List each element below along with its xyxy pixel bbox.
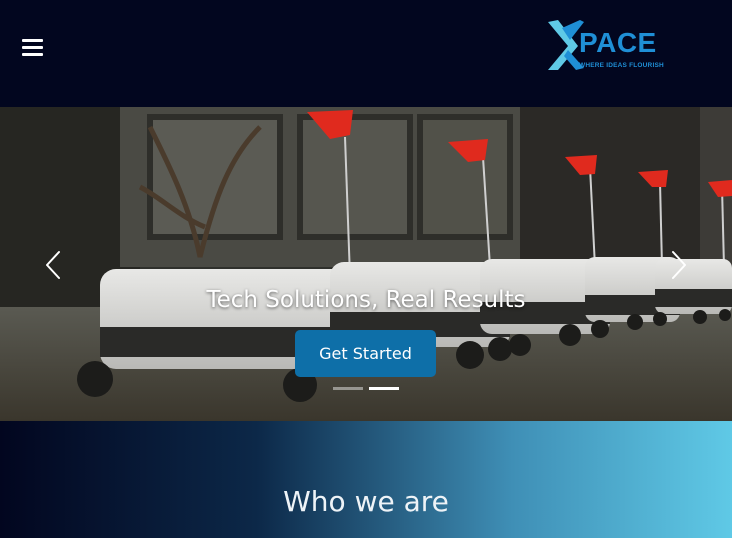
logo[interactable]: PACE WHERE IDEAS FLOURISH bbox=[548, 18, 678, 74]
logo-tagline: WHERE IDEAS FLOURISH bbox=[579, 62, 664, 69]
chevron-right-icon[interactable] bbox=[669, 250, 689, 280]
chevron-left-icon[interactable] bbox=[43, 250, 63, 280]
hero-carousel: Tech Solutions, Real Results Get Started bbox=[0, 107, 732, 421]
hamburger-menu-icon[interactable] bbox=[22, 38, 43, 58]
get-started-button[interactable]: Get Started bbox=[295, 330, 436, 377]
carousel-indicator-2[interactable] bbox=[369, 387, 399, 390]
logo-wordmark: PACE bbox=[579, 27, 657, 58]
hero-title: Tech Solutions, Real Results bbox=[206, 287, 526, 313]
site-header: PACE WHERE IDEAS FLOURISH bbox=[0, 0, 732, 107]
carousel-indicator-1[interactable] bbox=[333, 387, 363, 390]
who-we-are-section: Who we are bbox=[0, 421, 732, 538]
carousel-indicators bbox=[333, 387, 403, 391]
section-title: Who we are bbox=[283, 485, 449, 518]
